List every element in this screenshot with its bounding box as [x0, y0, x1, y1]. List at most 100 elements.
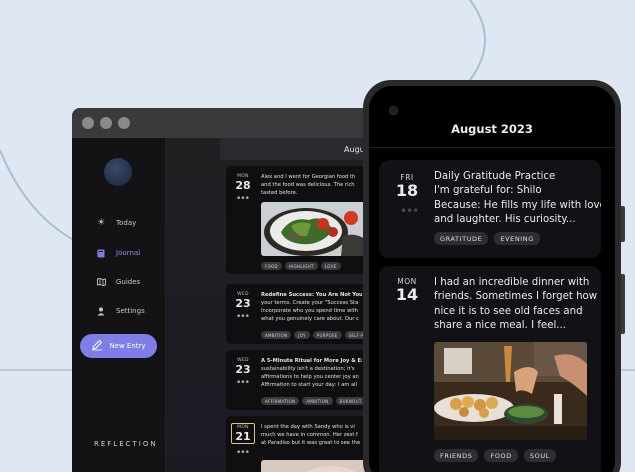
- phone-device: August 2023 FRI 18 ••• Daily Gratitude P…: [363, 80, 625, 472]
- journal-entry-card[interactable]: MON 21 ••• I spent the day with Sandy wh…: [226, 416, 366, 472]
- journal-entry-card[interactable]: MON 28 ••• Alex and I went for Georgian …: [226, 166, 366, 274]
- dinner-photo: [434, 342, 587, 440]
- entry-line: I'm grateful for: Shilo: [434, 185, 542, 197]
- entry-line: Because: He fills my life with love: [434, 199, 601, 211]
- tag-chip[interactable]: LOVE: [320, 262, 341, 270]
- entry-line: I spent the day with Sandy who is vi: [261, 424, 355, 430]
- sidebar-item-guides[interactable]: Guides: [96, 277, 140, 287]
- entry-line: Incorporate who you spend time with: [261, 308, 358, 314]
- entry-tags: FOOD HIGHLIGHT LOVE: [261, 262, 341, 270]
- entry-line: and laughter. His curiosity...: [434, 213, 576, 225]
- entry-line: I had an incredible dinner with: [434, 277, 590, 288]
- entry-line: tasted before.: [261, 190, 298, 196]
- entry-tags: AMBITION JOY PURPOSE SELF-ACC: [261, 331, 366, 339]
- phone-screen: August 2023 FRI 18 ••• Daily Gratitude P…: [369, 86, 615, 472]
- tag-chip[interactable]: FRIENDS: [434, 449, 479, 462]
- header-divider: [369, 147, 615, 148]
- entry-line: Alex and I went for Georgian food th: [261, 174, 356, 180]
- entry-day: 28: [235, 179, 251, 192]
- sidebar-item-settings[interactable]: Settings: [96, 306, 145, 316]
- tag-chip[interactable]: FOOD: [261, 262, 282, 270]
- more-options-icon[interactable]: •••: [400, 204, 419, 218]
- more-options-icon[interactable]: •••: [236, 378, 250, 388]
- tag-chip[interactable]: BURNOUT: [335, 397, 366, 405]
- entry-date: MON 14: [389, 277, 425, 304]
- tag-chip[interactable]: AMBITION: [261, 331, 292, 339]
- entry-excerpt: I spent the day with Sandy who is vi muc…: [261, 423, 362, 447]
- entry-excerpt: Redefine Success: You Are Not Your your …: [261, 291, 362, 323]
- entry-line: friends. Sometimes I forget how: [434, 291, 598, 303]
- window-minimize-button[interactable]: [100, 117, 112, 129]
- entry-day: 18: [395, 181, 419, 200]
- phone-power-button: [621, 274, 625, 334]
- tag-chip[interactable]: HIGHLIGHT: [284, 262, 318, 270]
- journal-feed: Augu MON 28 ••• Alex and I went for Geor…: [166, 138, 392, 472]
- sidebar-item-label: Journal: [116, 249, 141, 257]
- sidebar-item-journal[interactable]: Journal: [96, 248, 140, 258]
- entry-line: nice it is to see old faces and: [434, 305, 583, 317]
- entry-line: much we have in common. Her zest f: [261, 432, 358, 438]
- tag-chip[interactable]: SOUL: [523, 449, 556, 462]
- entry-excerpt: I had an incredible dinner with friends.…: [434, 276, 598, 333]
- journal-entry-card[interactable]: FRI 18 ••• Daily Gratitude Practice I'm …: [379, 160, 601, 258]
- entry-tags: FRIENDS FOOD SOUL: [434, 449, 556, 462]
- journal-entry-card[interactable]: MON 14 I had an incredible dinner with f…: [379, 266, 601, 472]
- window-maximize-button[interactable]: [118, 117, 130, 129]
- sidebar-item-label: Today: [116, 219, 137, 227]
- window-close-button[interactable]: [82, 117, 94, 129]
- entry-date-today: MON 21: [231, 423, 255, 444]
- tag-chip[interactable]: AMBITION: [302, 397, 333, 405]
- entry-day: 21: [235, 430, 251, 443]
- journal-entry-card[interactable]: WED 23 ••• A 5-Minute Ritual for More Jo…: [226, 350, 366, 410]
- entry-tags: GRATITUDE EVENING: [434, 232, 540, 245]
- entry-day: 23: [235, 297, 251, 310]
- more-options-icon[interactable]: •••: [236, 312, 250, 322]
- entry-day: 14: [395, 285, 419, 304]
- sidebar-item-label: Guides: [116, 278, 141, 286]
- entry-line: Affirmation to start your day: I am all: [261, 382, 358, 388]
- desktop-app-window: ☀ Today Journal Guides Settings New Entr…: [72, 108, 392, 472]
- tag-chip[interactable]: FOOD: [484, 449, 518, 462]
- more-options-icon[interactable]: •••: [236, 448, 250, 458]
- entry-line: sustainability isn't a destination; it's: [261, 366, 355, 372]
- entry-excerpt: A 5-Minute Ritual for More Joy & Ea sust…: [261, 357, 362, 389]
- entry-title: Daily Gratitude Practice: [434, 171, 556, 182]
- window-titlebar: [72, 108, 392, 138]
- entry-line: your terms. Create your "Success Sta: [261, 300, 359, 306]
- entry-date: FRI 18: [389, 173, 425, 200]
- brand-wordmark: REFLECTION: [94, 440, 158, 448]
- entry-day: 23: [235, 363, 251, 376]
- tag-chip[interactable]: JOY: [294, 331, 310, 339]
- map-icon: [96, 277, 106, 287]
- new-entry-button[interactable]: New Entry: [80, 334, 157, 358]
- tag-chip[interactable]: EVENING: [494, 232, 540, 245]
- tag-chip[interactable]: GRATITUDE: [434, 232, 489, 245]
- month-title: Augu: [344, 144, 365, 154]
- entry-line: at Paradiso but it was great to see the: [261, 440, 361, 446]
- entry-title: Redefine Success: You Are Not Your: [261, 292, 362, 298]
- sun-icon: ☀: [96, 218, 106, 228]
- entry-line: what you genuinely care about. Our c: [261, 316, 359, 322]
- journal-entry-card[interactable]: WED 23 ••• Redefine Success: You Are Not…: [226, 284, 366, 344]
- avatar[interactable]: [104, 158, 132, 186]
- tag-chip[interactable]: PURPOSE: [312, 331, 342, 339]
- entry-excerpt: Daily Gratitude Practice I'm grateful fo…: [434, 170, 601, 227]
- tag-chip[interactable]: AFFIRMATION: [261, 397, 300, 405]
- entry-line: and the food was delicious. The rich: [261, 182, 355, 188]
- entry-excerpt: Alex and I went for Georgian food th and…: [261, 173, 362, 197]
- entry-date: WED 23: [232, 358, 254, 376]
- pen-icon: [91, 339, 103, 353]
- entry-title: A 5-Minute Ritual for More Joy & Ea: [261, 358, 362, 364]
- sidebar-item-label: Settings: [116, 307, 145, 315]
- person-icon: [96, 306, 106, 316]
- sidebar: ☀ Today Journal Guides Settings New Entr…: [72, 138, 166, 472]
- sidebar-item-today[interactable]: ☀ Today: [96, 218, 136, 228]
- entry-line: share a nice meal. I feel...: [434, 319, 567, 331]
- phone-volume-button: [621, 206, 625, 242]
- journal-book-icon: [96, 248, 106, 258]
- entry-line: affirmations to help you center joy an: [261, 374, 359, 380]
- salad-photo: [261, 202, 366, 256]
- entry-tags: AFFIRMATION AMBITION BURNOUT: [261, 397, 366, 405]
- camera-icon: [389, 106, 398, 115]
- more-options-icon[interactable]: •••: [236, 194, 250, 204]
